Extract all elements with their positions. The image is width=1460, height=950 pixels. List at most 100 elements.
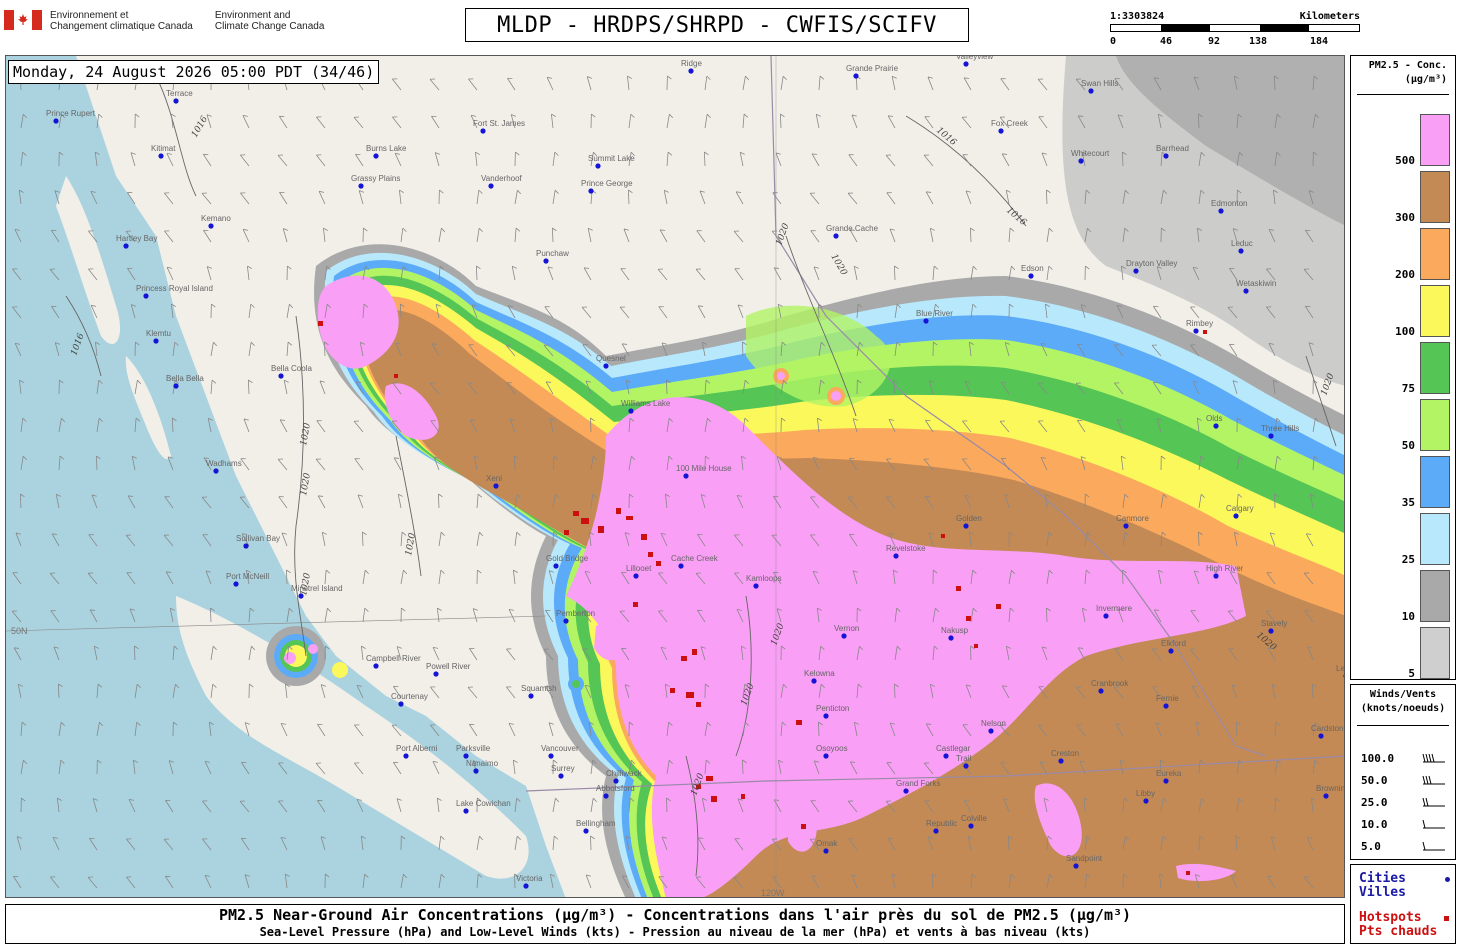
city-dot[interactable] bbox=[811, 678, 817, 684]
city-dot[interactable] bbox=[988, 728, 994, 734]
city-dot[interactable] bbox=[968, 823, 974, 829]
city-dot[interactable] bbox=[603, 363, 609, 369]
legend-swatch bbox=[1420, 513, 1450, 565]
city-dot[interactable] bbox=[208, 223, 214, 229]
city-dot[interactable] bbox=[833, 233, 839, 239]
city-dot[interactable] bbox=[433, 671, 439, 677]
city-dot[interactable] bbox=[398, 701, 404, 707]
city-dot[interactable] bbox=[373, 663, 379, 669]
city-label: Vernon bbox=[834, 624, 859, 633]
city-dot[interactable] bbox=[528, 693, 534, 699]
city-dot[interactable] bbox=[488, 183, 494, 189]
city-dot[interactable] bbox=[1268, 628, 1274, 634]
city-label: Squamish bbox=[521, 684, 557, 693]
city-dot[interactable] bbox=[563, 618, 569, 624]
city-dot[interactable] bbox=[823, 848, 829, 854]
city-dot[interactable] bbox=[543, 258, 549, 264]
city-dot[interactable] bbox=[1098, 688, 1104, 694]
city-dot[interactable] bbox=[678, 563, 684, 569]
city-dot[interactable] bbox=[173, 98, 179, 104]
city-dot[interactable] bbox=[493, 483, 499, 489]
city-dot[interactable] bbox=[841, 633, 847, 639]
city-dot[interactable] bbox=[1088, 88, 1094, 94]
city-dot[interactable] bbox=[1218, 208, 1224, 214]
city-dot[interactable] bbox=[613, 778, 619, 784]
smoke-forecast-map[interactable]: 1016 1016 1020 1020 1020 1020 1016 1016 … bbox=[5, 55, 1345, 898]
city-dot[interactable] bbox=[595, 163, 601, 169]
city-dot[interactable] bbox=[1238, 248, 1244, 254]
city-dot[interactable] bbox=[548, 753, 554, 759]
city-label: Fernie bbox=[1156, 694, 1179, 703]
city-label: Golden bbox=[956, 514, 982, 523]
city-dot[interactable] bbox=[893, 553, 899, 559]
city-dot[interactable] bbox=[683, 473, 689, 479]
city-dot[interactable] bbox=[1233, 513, 1239, 519]
city-dot[interactable] bbox=[688, 68, 694, 74]
city-dot[interactable] bbox=[1103, 613, 1109, 619]
city-dot[interactable] bbox=[1143, 798, 1149, 804]
city-dot[interactable] bbox=[948, 635, 954, 641]
city-dot[interactable] bbox=[1268, 433, 1274, 439]
city-dot[interactable] bbox=[558, 773, 564, 779]
city-dot[interactable] bbox=[153, 338, 159, 344]
city-dot[interactable] bbox=[1213, 423, 1219, 429]
city-dot[interactable] bbox=[1058, 758, 1064, 764]
city-dot[interactable] bbox=[1318, 733, 1324, 739]
city-dot[interactable] bbox=[243, 543, 249, 549]
city-dot[interactable] bbox=[1028, 273, 1034, 279]
city-dot[interactable] bbox=[903, 788, 909, 794]
city-dot[interactable] bbox=[213, 468, 219, 474]
city-dot[interactable] bbox=[1073, 863, 1079, 869]
city-label: Swan Hills bbox=[1081, 79, 1118, 88]
city-dot[interactable] bbox=[998, 128, 1004, 134]
city-dot[interactable] bbox=[278, 373, 284, 379]
city-dot[interactable] bbox=[933, 828, 939, 834]
city-dot[interactable] bbox=[823, 753, 829, 759]
city-dot[interactable] bbox=[298, 593, 304, 599]
city-dot[interactable] bbox=[583, 828, 589, 834]
city-dot[interactable] bbox=[943, 753, 949, 759]
city-dot[interactable] bbox=[373, 153, 379, 159]
city-dot[interactable] bbox=[923, 318, 929, 324]
city-dot[interactable] bbox=[853, 73, 859, 79]
city-dot[interactable] bbox=[1133, 268, 1139, 274]
city-dot[interactable] bbox=[480, 128, 486, 134]
city-label: Trail bbox=[956, 754, 971, 763]
city-dot[interactable] bbox=[633, 573, 639, 579]
city-dot[interactable] bbox=[403, 753, 409, 759]
city-label: Kemano bbox=[201, 214, 231, 223]
city-dot[interactable] bbox=[523, 883, 529, 889]
city-dot[interactable] bbox=[1168, 648, 1174, 654]
city-dot[interactable] bbox=[823, 713, 829, 719]
city-dot[interactable] bbox=[463, 808, 469, 814]
city-dot[interactable] bbox=[473, 768, 479, 774]
city-dot[interactable] bbox=[123, 243, 129, 249]
city-dot[interactable] bbox=[143, 293, 149, 299]
city-dot[interactable] bbox=[1123, 523, 1129, 529]
city-dot[interactable] bbox=[358, 183, 364, 189]
city-dot[interactable] bbox=[53, 118, 59, 124]
city-dot[interactable] bbox=[1323, 793, 1329, 799]
legend-swatch bbox=[1420, 570, 1450, 622]
city-dot[interactable] bbox=[553, 563, 559, 569]
legend-swatch bbox=[1420, 627, 1450, 679]
city-dot[interactable] bbox=[753, 583, 759, 589]
city-dot[interactable] bbox=[233, 581, 239, 587]
city-dot[interactable] bbox=[1213, 573, 1219, 579]
city-dot[interactable] bbox=[963, 61, 969, 67]
city-dot[interactable] bbox=[158, 153, 164, 159]
city-dot[interactable] bbox=[963, 763, 969, 769]
city-dot[interactable] bbox=[628, 408, 634, 414]
city-dot[interactable] bbox=[1193, 328, 1199, 334]
city-dot[interactable] bbox=[1243, 288, 1249, 294]
city-dot[interactable] bbox=[603, 793, 609, 799]
city-dot[interactable] bbox=[1078, 158, 1084, 164]
city-dot[interactable] bbox=[1163, 703, 1169, 709]
city-dot[interactable] bbox=[1163, 153, 1169, 159]
city-dot[interactable] bbox=[173, 383, 179, 389]
city-dot[interactable] bbox=[588, 188, 594, 194]
city-dot[interactable] bbox=[463, 753, 469, 759]
city-dot[interactable] bbox=[1163, 778, 1169, 784]
city-label: Hartley Bay bbox=[116, 234, 157, 243]
city-dot[interactable] bbox=[963, 523, 969, 529]
